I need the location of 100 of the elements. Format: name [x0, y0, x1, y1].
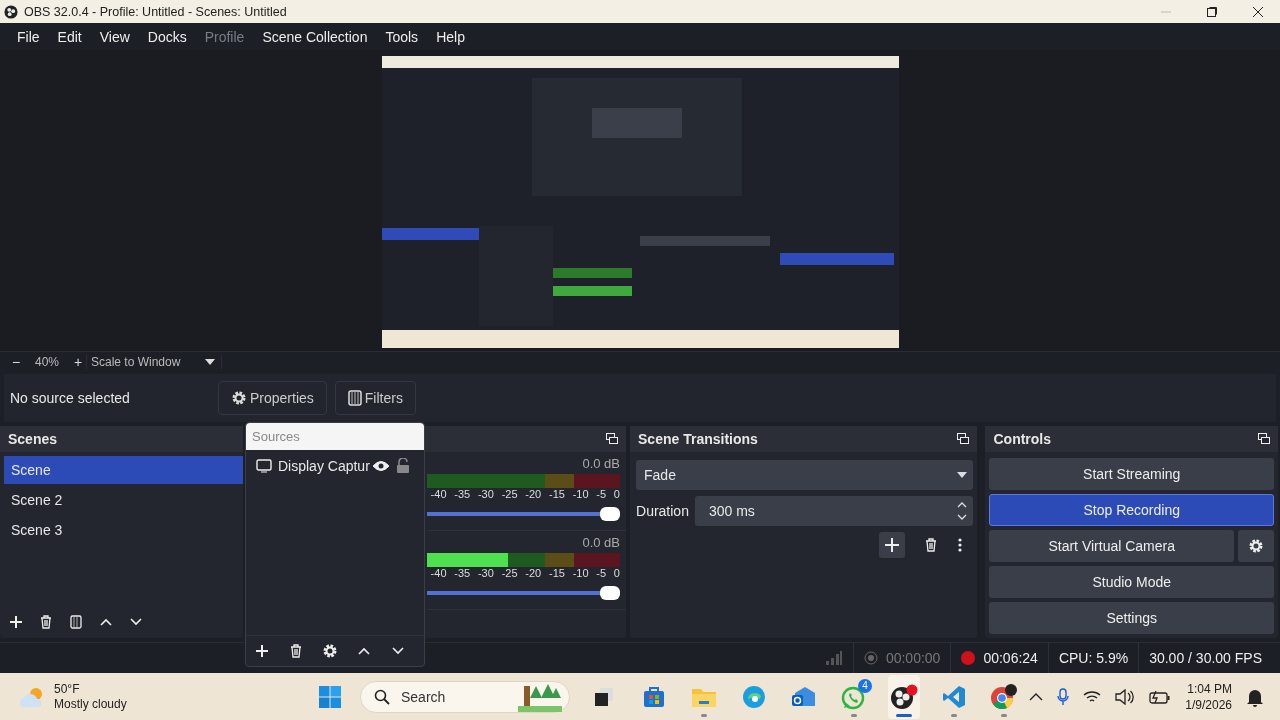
battery-icon[interactable]	[1149, 689, 1172, 704]
monitor-icon	[256, 459, 272, 473]
temperature: 50°F	[54, 681, 81, 697]
swirl-icon[interactable]	[742, 684, 766, 709]
clock-time[interactable]: 1:04 PM	[1187, 680, 1232, 697]
taskbar-app[interactable]	[888, 674, 920, 719]
window-title: OBS 32.0.4 - Profile: Untitled - Scenes: Untitled	[24, 4, 287, 19]
scale-label: -5	[596, 488, 607, 502]
control-button[interactable]: Start Virtual Camera	[989, 530, 1234, 562]
scale-label: 0	[613, 488, 620, 502]
maximize-icon[interactable]	[1206, 5, 1218, 18]
zoom-in-button[interactable]: +	[70, 354, 86, 370]
filter-icon[interactable]	[68, 614, 84, 630]
menu-item[interactable]: View	[90, 28, 139, 45]
zoom-level: 40%	[34, 355, 60, 369]
close-icon[interactable]	[1252, 5, 1264, 18]
filter-icon	[347, 390, 362, 406]
start-icon[interactable]	[318, 684, 342, 709]
shopping-bag-icon[interactable]	[642, 684, 666, 709]
menu-item[interactable]: Help	[427, 28, 474, 45]
search-field[interactable]: Search	[360, 680, 570, 713]
popout-icon[interactable]	[606, 433, 618, 445]
scale-label: -10	[572, 488, 589, 502]
scale-dropdown[interactable]: Scale to Window	[91, 355, 205, 369]
settings-icon[interactable]	[322, 643, 338, 659]
scale-label: -10	[572, 567, 589, 581]
duration-label: Duration	[636, 503, 689, 519]
scene-item[interactable]: Scene 2	[4, 486, 243, 514]
browser-icon[interactable]	[990, 683, 1018, 710]
menu-item[interactable]: File	[8, 28, 49, 45]
volume-slider[interactable]	[426, 586, 620, 600]
popout-icon[interactable]	[1258, 433, 1270, 445]
control-button[interactable]: Start Streaming	[989, 458, 1274, 490]
menu-item[interactable]: Docks	[138, 28, 196, 45]
volume-reading: 0.0 dB	[582, 456, 620, 472]
volume-icon[interactable]	[1115, 688, 1136, 705]
popout-icon[interactable]	[957, 433, 970, 445]
duration-field[interactable]: 300 ms	[694, 496, 974, 526]
scale-label: -35	[454, 488, 471, 502]
menu-item[interactable]: Scene Collection	[253, 28, 377, 45]
caret-icon[interactable]	[957, 472, 968, 478]
transition-dropdown[interactable]: Fade	[636, 460, 974, 490]
code-editor-icon[interactable]	[942, 684, 966, 709]
dock-title: Controls	[993, 431, 1052, 447]
scale-label: -20	[525, 488, 542, 502]
scale-label: -30	[477, 567, 494, 581]
scale-label: -40	[430, 488, 447, 502]
app-logo-icon	[4, 4, 18, 19]
add-icon[interactable]	[8, 614, 24, 630]
record-time: 00:06:24	[983, 650, 1038, 666]
dock-title: Sources	[252, 429, 300, 444]
scene-item[interactable]: Scene 3	[4, 516, 243, 544]
stream-icon	[863, 651, 878, 665]
scene-item[interactable]: Scene	[4, 456, 243, 484]
notification-badge: 4	[858, 678, 872, 693]
menu-item[interactable]: Tools	[376, 28, 428, 45]
add-icon[interactable]	[254, 643, 270, 659]
clock-date[interactable]: 1/9/2026	[1185, 696, 1232, 713]
stream-time: 00:00:00	[885, 650, 941, 666]
volume-reading: 0.0 dB	[582, 535, 620, 551]
source-status: No source selected	[10, 390, 131, 406]
scale-label: 0	[613, 567, 620, 581]
menu-item[interactable]: Edit	[48, 28, 91, 45]
search-icon	[374, 688, 390, 705]
scale-label: -25	[501, 488, 518, 502]
toolbar-button[interactable]: Properties	[218, 381, 327, 415]
gear-icon	[231, 390, 247, 406]
gear-icon[interactable]	[1248, 538, 1264, 554]
eye-icon[interactable]	[372, 460, 390, 472]
scale-label: -35	[454, 567, 471, 581]
scale-label: -40	[430, 567, 447, 581]
dock-title: Scenes	[8, 431, 58, 447]
toolbar-button[interactable]: Filters	[334, 381, 416, 415]
scale-label: -25	[501, 567, 518, 581]
taskbar-app[interactable]: 4	[838, 674, 870, 719]
trash-icon[interactable]	[288, 643, 304, 659]
scale-label: -15	[548, 567, 565, 581]
app-logo-icon[interactable]	[890, 683, 918, 710]
add-icon[interactable]	[879, 532, 906, 558]
scale-label: -15	[548, 488, 565, 502]
microphone-icon[interactable]	[1057, 687, 1070, 706]
signal-icon	[824, 650, 843, 666]
volume-slider[interactable]	[426, 507, 620, 521]
control-button[interactable]: Settings	[989, 602, 1274, 634]
weather-condition: Mostly cloudy	[54, 696, 127, 712]
control-button[interactable]: Stop Recording	[989, 494, 1274, 526]
settings-button[interactable]	[1238, 530, 1274, 562]
scale-label: -20	[525, 567, 542, 581]
scale-label: -30	[477, 488, 494, 502]
scale-label: -5	[596, 567, 607, 581]
cpu-usage: CPU: 5.9%	[1058, 650, 1129, 666]
chevron-up-icon[interactable]	[1029, 691, 1044, 702]
more-icon[interactable]	[957, 537, 964, 553]
control-button[interactable]: Studio Mode	[989, 566, 1274, 598]
lock-icon[interactable]	[396, 458, 410, 474]
wifi-icon[interactable]	[1083, 689, 1102, 704]
trash-icon[interactable]	[38, 614, 54, 630]
dock-title: Scene Transitions	[638, 431, 758, 447]
caret-icon[interactable]	[205, 359, 215, 365]
zoom-out-button[interactable]: −	[8, 354, 24, 370]
